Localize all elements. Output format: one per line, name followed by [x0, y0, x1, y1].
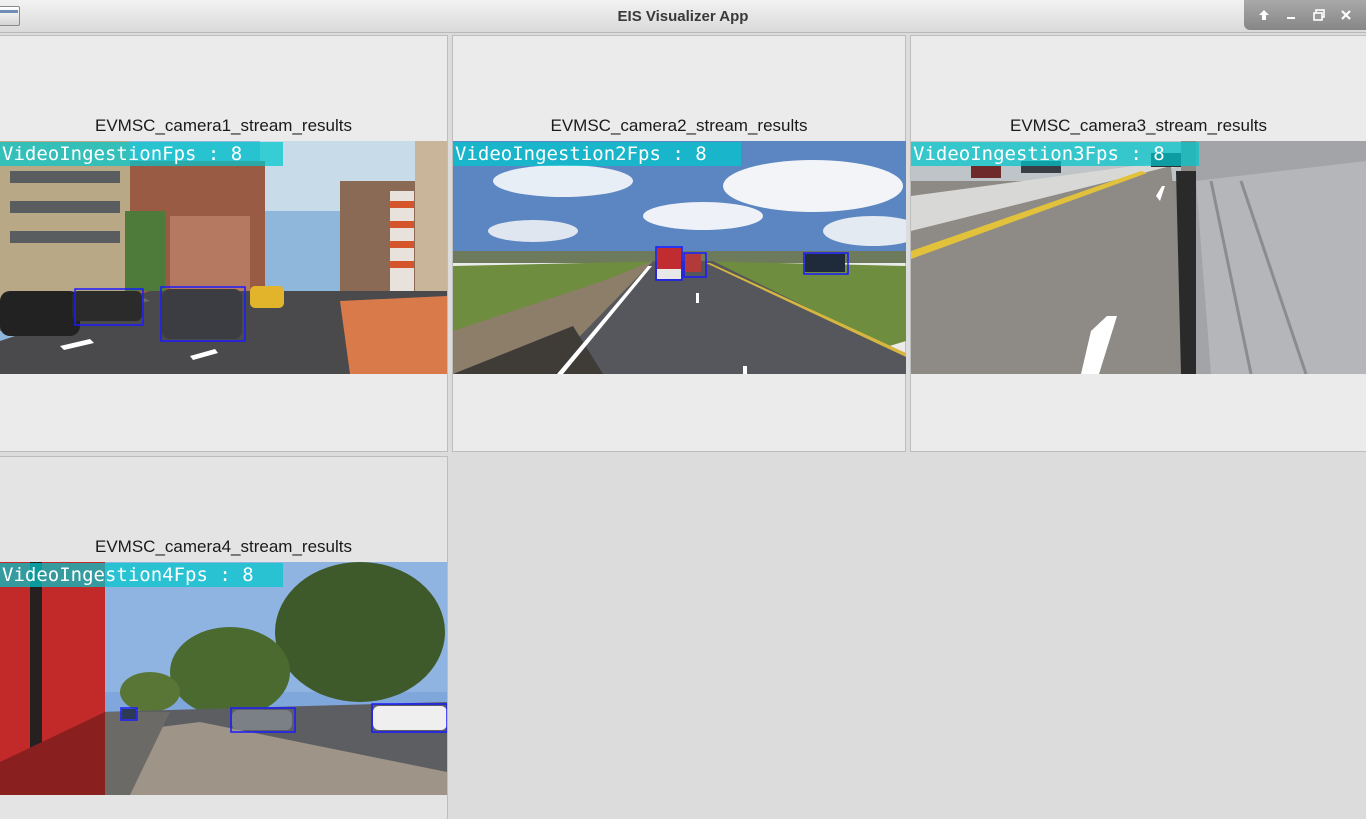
camera4-panel: EVMSC_camera4_stream_results VideoIngest… [0, 456, 448, 819]
window-title: EIS Visualizer App [617, 8, 749, 25]
camera4-fps-label: VideoIngestion4Fps : 8 [0, 563, 283, 587]
camera3-panel: EVMSC_camera3_stream_results VideoIngest… [910, 35, 1366, 452]
suburban-road-image [0, 562, 447, 795]
camera4-video-frame[interactable]: VideoIngestion4Fps : 8 [0, 562, 447, 795]
camera2-video-frame[interactable]: VideoIngestion2Fps : 8 [453, 141, 906, 374]
camera3-stream-title: EVMSC_camera3_stream_results [1010, 116, 1267, 135]
city-street-image [0, 141, 447, 374]
camera1-stream-title: EVMSC_camera1_stream_results [95, 116, 352, 135]
title-bar[interactable]: EIS Visualizer App [0, 0, 1366, 33]
minimize-icon[interactable] [1282, 6, 1300, 24]
highway-image [453, 141, 906, 374]
truck-side-road-image [911, 141, 1366, 374]
camera1-fps-label: VideoIngestionFps : 8 [0, 142, 283, 166]
camera1-video-frame[interactable]: VideoIngestionFps : 8 [0, 141, 447, 374]
camera1-panel: EVMSC_camera1_stream_results VideoIngest… [0, 35, 448, 452]
camera3-video-frame[interactable]: VideoIngestion3Fps : 8 [911, 141, 1366, 374]
close-icon[interactable] [1337, 6, 1355, 24]
window-controls [1244, 0, 1366, 30]
camera2-stream-title: EVMSC_camera2_stream_results [550, 116, 808, 135]
camera4-stream-title: EVMSC_camera4_stream_results [95, 537, 352, 556]
camera3-fps-label: VideoIngestion3Fps : 8 [911, 142, 1199, 166]
camera2-fps-label: VideoIngestion2Fps : 8 [453, 142, 741, 166]
restore-icon[interactable] [1310, 6, 1328, 24]
camera2-panel: EVMSC_camera2_stream_results VideoIngest… [452, 35, 906, 452]
pin-icon[interactable] [1255, 6, 1273, 24]
